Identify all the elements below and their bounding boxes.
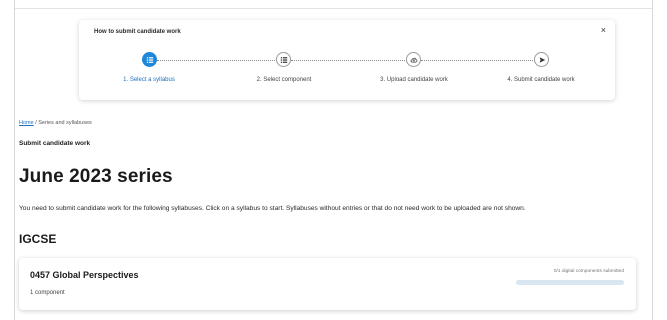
instructions-text: You need to submit candidate work for th… bbox=[19, 205, 526, 212]
step-4-label: 4. Submit candidate work bbox=[507, 77, 575, 83]
step-1-label[interactable]: 1. Select a syllabus bbox=[123, 77, 175, 83]
submission-status-text: 0/1 digital components submitted bbox=[553, 269, 624, 274]
step-2-list-icon bbox=[276, 52, 291, 67]
step-connector bbox=[157, 60, 275, 61]
step-1-list-icon[interactable] bbox=[142, 52, 157, 67]
step-3-label: 3. Upload candidate work bbox=[380, 77, 448, 83]
breadcrumb-current: Series and syllabuses bbox=[38, 120, 92, 126]
submission-stepper: How to submit candidate work × 1. Select… bbox=[79, 20, 615, 100]
frame-top-border bbox=[14, 8, 653, 9]
close-icon[interactable]: × bbox=[601, 26, 606, 35]
step-4-send-icon bbox=[534, 52, 549, 67]
qualification-heading: IGCSE bbox=[19, 232, 57, 246]
step-connector bbox=[421, 60, 533, 61]
frame-left-border bbox=[14, 0, 15, 320]
step-3-cloud-upload-icon bbox=[406, 52, 421, 67]
breadcrumb-home-link[interactable]: Home bbox=[19, 120, 34, 126]
series-heading: June 2023 series bbox=[19, 166, 173, 187]
submission-progress-bar bbox=[516, 280, 624, 285]
frame-right-border bbox=[652, 0, 653, 320]
page-subtitle: Submit candidate work bbox=[19, 140, 91, 147]
syllabus-card[interactable]: 0457 Global Perspectives 1 component 0/1… bbox=[19, 258, 636, 310]
syllabus-component-count: 1 component bbox=[30, 290, 65, 296]
breadcrumb-separator: / bbox=[35, 120, 37, 126]
breadcrumb: Home / Series and syllabuses bbox=[19, 120, 92, 126]
step-2-label: 2. Select component bbox=[256, 77, 312, 83]
stepper-title: How to submit candidate work bbox=[94, 29, 181, 35]
syllabus-title[interactable]: 0457 Global Perspectives bbox=[30, 270, 139, 280]
step-connector bbox=[291, 60, 405, 61]
